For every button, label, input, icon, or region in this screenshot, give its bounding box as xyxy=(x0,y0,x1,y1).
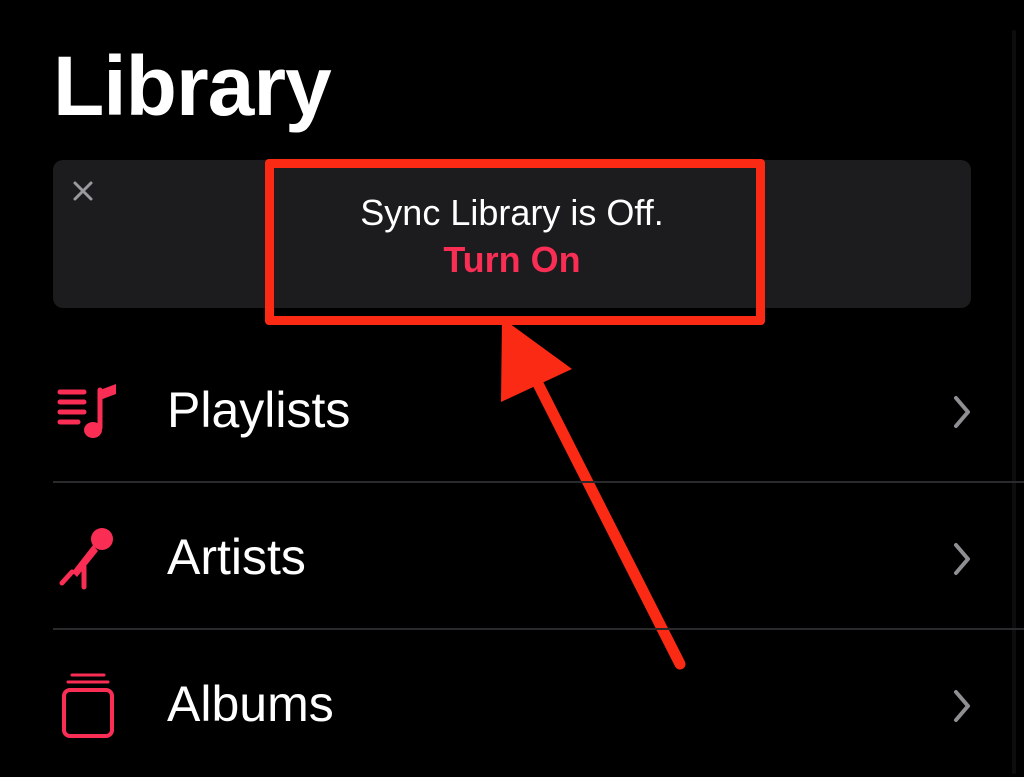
library-item-albums[interactable]: Albums xyxy=(0,630,1024,777)
chevron-right-icon xyxy=(946,686,976,726)
microphone-icon xyxy=(56,525,122,591)
library-item-playlists[interactable]: Playlists xyxy=(0,336,1024,483)
sync-status-message: Sync Library is Off. xyxy=(360,192,664,233)
library-item-label: Playlists xyxy=(167,382,351,438)
library-list: Playlists Artists Albums xyxy=(0,336,1024,777)
sync-library-banner: Sync Library is Off. Turn On xyxy=(53,160,971,308)
library-item-label: Albums xyxy=(167,676,334,732)
playlists-icon xyxy=(56,378,122,444)
chevron-right-icon xyxy=(946,539,976,579)
turn-on-button[interactable]: Turn On xyxy=(412,239,612,281)
album-stack-icon xyxy=(56,672,122,738)
chevron-right-icon xyxy=(946,392,976,432)
library-item-label: Artists xyxy=(167,529,306,585)
library-item-artists[interactable]: Artists xyxy=(0,483,1024,630)
page-title: Library xyxy=(53,39,332,133)
